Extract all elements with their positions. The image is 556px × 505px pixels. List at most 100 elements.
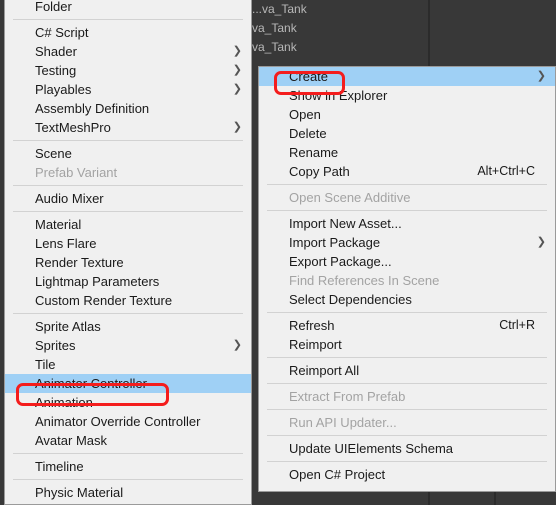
project-panel-asset-list[interactable]: ...va_Tank va_Tank va_Tank [252,0,372,57]
context-menu-item-delete[interactable]: Delete [259,124,555,143]
menu-separator [13,185,243,186]
menu-item-label: Folder [35,0,72,14]
menu-item-label: Copy Path [289,164,350,179]
project-asset-row[interactable]: va_Tank [252,38,372,57]
menu-item-label: Assembly Definition [35,101,150,116]
menu-separator [13,19,243,20]
context-menu-item-export-package[interactable]: Export Package... [259,252,555,271]
create-menu-item-assembly-definition[interactable]: Assembly Definition [5,99,251,118]
create-menu-item-shader[interactable]: Shader ❯ [5,42,251,61]
context-menu-item-import-package[interactable]: Import Package ❯ [259,233,555,252]
create-menu-item-audio-mixer[interactable]: Audio Mixer [5,189,251,208]
menu-separator [13,453,243,454]
create-menu-item-playables[interactable]: Playables ❯ [5,80,251,99]
chevron-right-icon: ❯ [232,83,242,95]
menu-separator [13,140,243,141]
create-menu-item-custom-render-texture[interactable]: Custom Render Texture [5,291,251,310]
menu-item-label: Lens Flare [35,236,97,251]
chevron-right-icon: ❯ [536,236,546,248]
create-menu-item-sprite-atlas[interactable]: Sprite Atlas [5,317,251,336]
menu-item-label: Animator Override Controller [35,414,201,429]
create-menu-item-render-texture[interactable]: Render Texture [5,253,251,272]
context-menu-item-open-c-project[interactable]: Open C# Project [259,465,555,484]
menu-separator [267,210,547,211]
project-asset-row[interactable]: ...va_Tank [252,0,372,19]
menu-separator [267,357,547,358]
menu-item-label: Animation [35,395,93,410]
chevron-right-icon: ❯ [232,121,242,133]
menu-item-label: Reimport All [289,363,360,378]
menu-item-label: Select Dependencies [289,292,412,307]
context-menu-item-update-uielements-schema[interactable]: Update UIElements Schema [259,439,555,458]
menu-item-label: Show in Explorer [289,88,388,103]
menu-item-label: Playables [35,82,92,97]
context-menu-item-rename[interactable]: Rename [259,143,555,162]
chevron-right-icon: ❯ [232,45,242,57]
context-menu-item-import-new-asset[interactable]: Import New Asset... [259,214,555,233]
chevron-right-icon: ❯ [232,64,242,76]
create-menu-item-animator-controller[interactable]: Animator Controller [5,374,251,393]
menu-item-label: Avatar Mask [35,433,108,448]
menu-item-label: Audio Mixer [35,191,104,206]
menu-item-label: Shader [35,44,77,59]
menu-item-label: Delete [289,126,327,141]
menu-separator [267,435,547,436]
menu-item-label: TextMeshPro [35,120,111,135]
menu-separator [267,383,547,384]
menu-item-label: Update UIElements Schema [289,441,454,456]
create-menu-item-material[interactable]: Material [5,215,251,234]
create-menu-item-lens-flare[interactable]: Lens Flare [5,234,251,253]
create-menu-item-physic-material[interactable]: Physic Material [5,483,251,502]
context-menu-item-refresh[interactable]: Refresh Ctrl+R [259,316,555,335]
menu-item-label: Refresh [289,318,335,333]
menu-item-shortcut: Alt+Ctrl+C [477,164,535,178]
menu-item-label: Timeline [35,459,84,474]
create-menu-item-scene[interactable]: Scene [5,144,251,163]
context-menu-item-copy-path[interactable]: Copy Path Alt+Ctrl+C [259,162,555,181]
create-submenu[interactable]: Folder C# Script Shader ❯ Testing ❯ Playables ❯… [4,0,252,505]
menu-item-label: Find References In Scene [289,273,440,288]
menu-item-label: Import Package [289,235,381,250]
chevron-right-icon: ❯ [232,339,242,351]
menu-item-label: Reimport [289,337,342,352]
menu-item-label: Material [35,217,82,232]
context-menu-item-create[interactable]: Create ❯ [259,67,555,86]
create-menu-item-animator-override-controller[interactable]: Animator Override Controller [5,412,251,431]
create-menu-item-c-script[interactable]: C# Script [5,23,251,42]
menu-item-label: Lightmap Parameters [35,274,160,289]
menu-item-label: Sprites [35,338,76,353]
menu-item-label: Prefab Variant [35,165,118,180]
menu-item-label: Sprite Atlas [35,319,101,334]
context-menu-item-reimport-all[interactable]: Reimport All [259,361,555,380]
assets-context-menu[interactable]: Create ❯ Show in Explorer Open Delete Rename C… [258,66,556,492]
create-menu-item-tile[interactable]: Tile [5,355,251,374]
create-menu-item-lightmap-parameters[interactable]: Lightmap Parameters [5,272,251,291]
menu-item-label: Scene [35,146,72,161]
create-menu-item-timeline[interactable]: Timeline [5,457,251,476]
context-menu-item-open[interactable]: Open [259,105,555,124]
menu-item-label: Import New Asset... [289,216,402,231]
menu-separator [267,184,547,185]
menu-item-label: Render Texture [35,255,124,270]
create-menu-item-textmeshpro[interactable]: TextMeshPro ❯ [5,118,251,137]
menu-item-label: Tile [35,357,56,372]
project-asset-row[interactable]: va_Tank [252,19,372,38]
context-menu-item-find-references-in-scene: Find References In Scene [259,271,555,290]
create-menu-item-avatar-mask[interactable]: Avatar Mask [5,431,251,450]
create-menu-item-sprites[interactable]: Sprites ❯ [5,336,251,355]
chevron-right-icon: ❯ [536,70,546,82]
menu-item-label: Open C# Project [289,467,386,482]
panel-divider-bottom [494,492,496,505]
context-menu-item-show-in-explorer[interactable]: Show in Explorer [259,86,555,105]
menu-item-label: Animator Controller [35,376,147,391]
context-menu-item-open-scene-additive: Open Scene Additive [259,188,555,207]
context-menu-item-run-api-updater: Run API Updater... [259,413,555,432]
create-menu-item-animation[interactable]: Animation [5,393,251,412]
context-menu-item-select-dependencies[interactable]: Select Dependencies [259,290,555,309]
menu-separator [13,211,243,212]
create-menu-item-folder[interactable]: Folder [5,0,251,16]
menu-separator [267,461,547,462]
context-menu-item-extract-from-prefab: Extract From Prefab [259,387,555,406]
context-menu-item-reimport[interactable]: Reimport [259,335,555,354]
create-menu-item-testing[interactable]: Testing ❯ [5,61,251,80]
